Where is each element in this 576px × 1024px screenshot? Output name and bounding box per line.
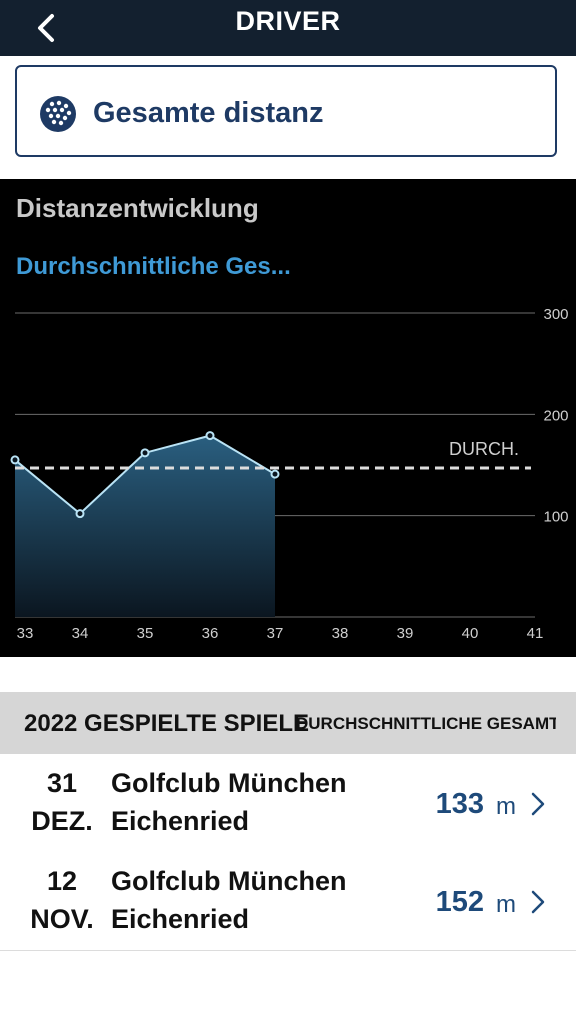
game-month: DEZ. xyxy=(31,806,93,836)
metric-selector-label: Gesamte distanz xyxy=(93,97,324,129)
x-tick-label: 37 xyxy=(267,625,284,642)
game-row[interactable]: 31 DEZ. Golfclub München Eichenried 133 … xyxy=(0,754,576,853)
average-label: DURCH. xyxy=(449,439,519,459)
games-section-metric-header: DURCHSCHNITTLICHE GESAMT... xyxy=(296,714,556,733)
game-day: 12 xyxy=(46,866,78,896)
game-club-location: Eichenried xyxy=(111,806,250,836)
x-tick-label: 39 xyxy=(397,625,414,642)
data-point xyxy=(140,448,150,458)
game-day: 31 xyxy=(46,768,78,798)
game-club-name: Golfclub München xyxy=(111,768,347,798)
area-fill xyxy=(15,435,275,617)
game-distance-value: 152 xyxy=(435,886,484,918)
game-club-location: Eichenried xyxy=(111,904,250,934)
games-section-title: 2022 GESPIELTE SPIELE xyxy=(24,710,309,737)
x-tick-label: 36 xyxy=(202,625,219,642)
data-point xyxy=(75,509,85,519)
top-navigation-bar: DRIVER xyxy=(0,0,576,56)
chevron-right-icon xyxy=(531,890,545,914)
metric-selector-button[interactable]: Gesamte distanz xyxy=(15,65,557,157)
data-point xyxy=(205,431,215,441)
golf-ball-icon xyxy=(40,96,76,132)
game-club-name: Golfclub München xyxy=(111,866,347,896)
chevron-right-icon xyxy=(531,792,545,816)
x-tick-label: 33 xyxy=(17,625,34,642)
game-distance-value: 133 xyxy=(435,788,484,820)
y-tick-label: 100 xyxy=(543,509,568,526)
data-point xyxy=(270,469,280,479)
page-title: DRIVER xyxy=(235,6,341,36)
x-tick-label: 35 xyxy=(137,625,154,642)
game-distance-unit: m xyxy=(496,891,516,918)
data-point xyxy=(10,455,20,465)
distance-area-chart: 100 200 300 DURCH. 33 34 35 36 37 38 39 40 41 xyxy=(10,306,569,642)
game-distance-unit: m xyxy=(496,793,516,820)
game-row[interactable]: 12 NOV. Golfclub München Eichenried 152 … xyxy=(0,852,576,951)
x-tick-label: 38 xyxy=(332,625,349,642)
y-tick-label: 200 xyxy=(543,407,568,424)
game-month: NOV. xyxy=(30,904,94,934)
games-section-header: 2022 GESPIELTE SPIELE DURCHSCHNITTLICHE … xyxy=(0,692,576,754)
x-tick-label: 40 xyxy=(462,625,479,642)
distance-chart-panel: Distanzentwicklung Durchschnittliche Ges… xyxy=(0,179,576,657)
y-tick-label: 300 xyxy=(543,306,568,323)
x-tick-label: 34 xyxy=(72,625,89,642)
x-tick-label: 41 xyxy=(527,625,544,642)
